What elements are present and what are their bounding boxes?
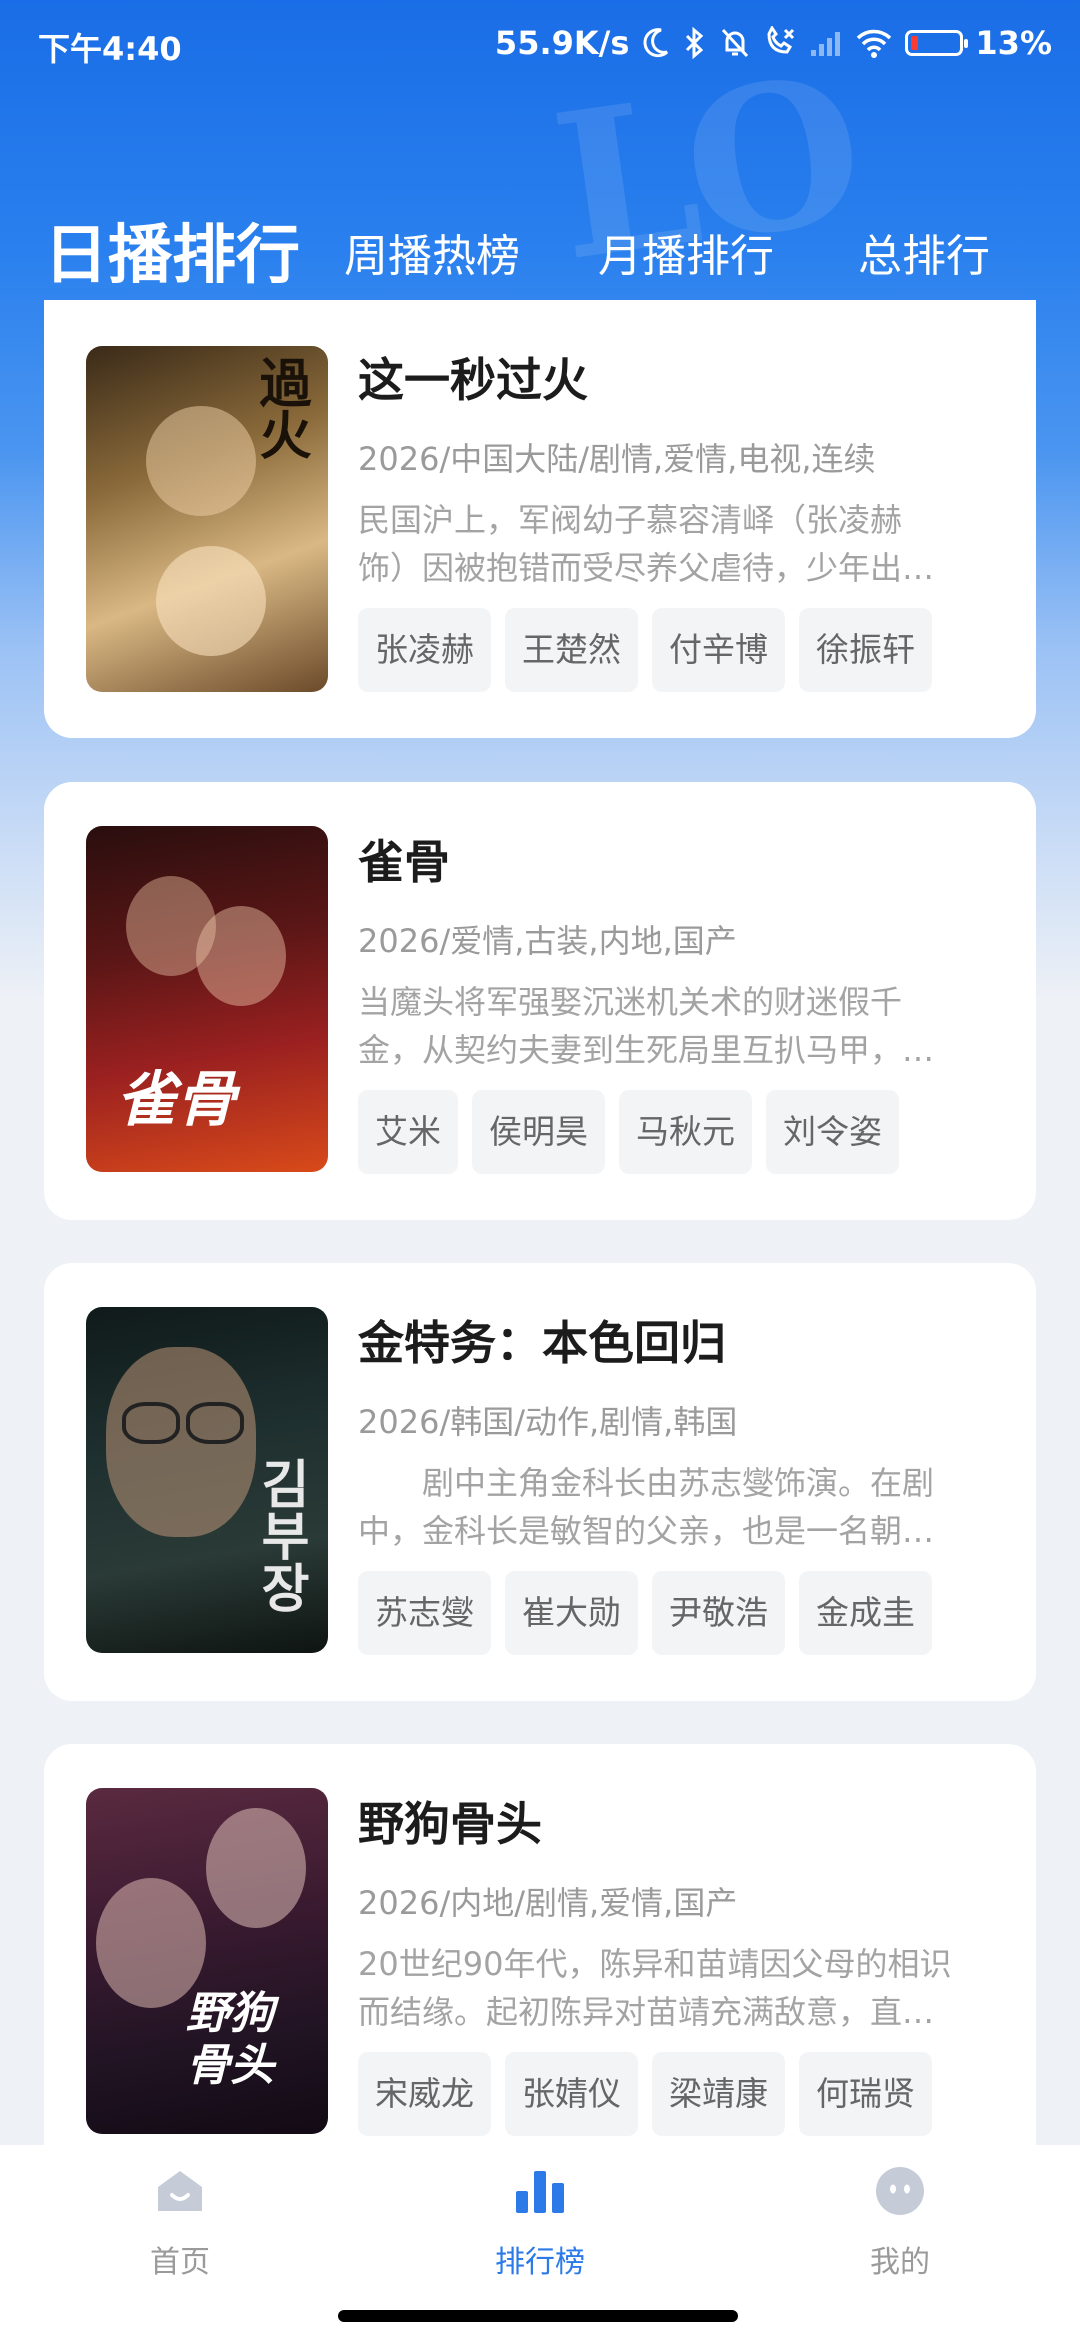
- item-title: 金特务：本色回归: [358, 1316, 726, 1370]
- description-line: 中，金科长是敏智的父亲，也是一名朝…: [358, 1512, 935, 1550]
- poster-title-text: 雀骨: [116, 1065, 236, 1135]
- nav-home[interactable]: 首页: [80, 2145, 280, 2295]
- nav-home-label: 首页: [150, 2245, 210, 2280]
- bottom-navigation: 首页 排行榜 我的: [0, 2145, 1080, 2295]
- poster-title-text: 野狗骨头: [186, 1988, 274, 2091]
- poster-image: 雀骨: [86, 826, 328, 1172]
- cast-tags: 张凌赫 王楚然 付辛博 徐振轩: [358, 608, 932, 692]
- cast-tag[interactable]: 崔大勋: [505, 1571, 638, 1655]
- item-meta: 2026/爱情,古装,内地,国产: [358, 922, 737, 960]
- poster-image: 過火: [86, 346, 328, 692]
- item-title: 这一秒过火: [358, 353, 588, 407]
- cast-tag[interactable]: 徐振轩: [799, 608, 932, 692]
- item-meta: 2026/韩国/动作,剧情,韩国: [358, 1403, 738, 1441]
- poster-image: 김부장: [86, 1307, 328, 1653]
- poster-title-text: 過火: [250, 356, 311, 460]
- cast-tag[interactable]: 张婧仪: [505, 2052, 638, 2136]
- item-meta: 2026/内地/剧情,爱情,国产: [358, 1884, 738, 1922]
- description-line: 民国沪上，军阀幼子慕容清峄（张凌赫: [358, 501, 903, 539]
- item-title: 野狗骨头: [358, 1797, 542, 1851]
- cast-tag[interactable]: 王楚然: [505, 608, 638, 692]
- description-line: 金，从契约夫妻到生死局里互扒马甲，…: [358, 1031, 935, 1069]
- item-description: 剧中主角金科长由苏志燮饰演。在剧 中，金科长是敏智的父亲，也是一名朝…: [358, 1459, 998, 1555]
- list-item[interactable]: 雀骨 雀骨 2026/爱情,古装,内地,国产 当魔头将军强娶沉迷机关术的财迷假千…: [44, 782, 1036, 1220]
- item-description: 20世纪90年代，陈异和苗靖因父母的相识 而结缘。起初陈异对苗靖充满敌意，直…: [358, 1940, 998, 2036]
- home-indicator[interactable]: [338, 2310, 738, 2322]
- cast-tag[interactable]: 尹敬浩: [652, 1571, 785, 1655]
- ranking-list[interactable]: 過火 这一秒过火 2026/中国大陆/剧情,爱情,电视,连续 民国沪上，军阀幼子…: [0, 0, 1080, 2145]
- poster-title-text: 김부장: [250, 1457, 311, 1613]
- item-meta: 2026/中国大陆/剧情,爱情,电视,连续: [358, 440, 876, 478]
- nav-profile[interactable]: 我的: [800, 2145, 1000, 2295]
- description-line: 饰）因被抱错而受尽养父虐待，少年出…: [358, 549, 935, 587]
- description-line: 而结缘。起初陈异对苗靖充满敌意，直…: [358, 1993, 935, 2031]
- cast-tag[interactable]: 艾米: [358, 1090, 458, 1174]
- nav-profile-label: 我的: [870, 2245, 930, 2280]
- description-line: 当魔头将军强娶沉迷机关术的财迷假千: [358, 983, 903, 1021]
- cast-tag[interactable]: 侯明昊: [472, 1090, 605, 1174]
- cast-tags: 宋威龙 张婧仪 梁靖康 何瑞贤: [358, 2052, 932, 2136]
- item-title: 雀骨: [358, 835, 450, 889]
- cast-tag[interactable]: 何瑞贤: [799, 2052, 932, 2136]
- home-icon: [158, 2171, 202, 2211]
- description-line: 20世纪90年代，陈异和苗靖因父母的相识: [358, 1945, 952, 1983]
- item-description: 当魔头将军强娶沉迷机关术的财迷假千 金，从契约夫妻到生死局里互扒马甲，…: [358, 978, 998, 1074]
- item-description: 民国沪上，军阀幼子慕容清峄（张凌赫 饰）因被抱错而受尽养父虐待，少年出…: [358, 496, 998, 592]
- cast-tag[interactable]: 张凌赫: [358, 608, 491, 692]
- cast-tag[interactable]: 马秋元: [619, 1090, 752, 1174]
- list-item[interactable]: 野狗骨头 野狗骨头 2026/内地/剧情,爱情,国产 20世纪90年代，陈异和苗…: [44, 1744, 1036, 2145]
- profile-icon: [876, 2167, 924, 2215]
- description-line: 剧中主角金科长由苏志燮饰演。在剧: [358, 1464, 935, 1502]
- poster-image: 野狗骨头: [86, 1788, 328, 2134]
- list-item[interactable]: 김부장 金特务：本色回归 2026/韩国/动作,剧情,韩国 剧中主角金科长由苏志…: [44, 1263, 1036, 1701]
- cast-tag[interactable]: 宋威龙: [358, 2052, 491, 2136]
- cast-tag[interactable]: 金成圭: [799, 1571, 932, 1655]
- list-item[interactable]: 過火 这一秒过火 2026/中国大陆/剧情,爱情,电视,连续 民国沪上，军阀幼子…: [44, 300, 1036, 738]
- cast-tags: 苏志燮 崔大勋 尹敬浩 金成圭: [358, 1571, 932, 1655]
- nav-ranking-label: 排行榜: [495, 2245, 585, 2280]
- nav-ranking[interactable]: 排行榜: [440, 2145, 640, 2295]
- ranking-icon: [516, 2171, 564, 2213]
- cast-tag[interactable]: 刘令姿: [766, 1090, 899, 1174]
- cast-tag[interactable]: 梁靖康: [652, 2052, 785, 2136]
- cast-tag[interactable]: 付辛博: [652, 608, 785, 692]
- cast-tag[interactable]: 苏志燮: [358, 1571, 491, 1655]
- cast-tags: 艾米 侯明昊 马秋元 刘令姿: [358, 1090, 899, 1174]
